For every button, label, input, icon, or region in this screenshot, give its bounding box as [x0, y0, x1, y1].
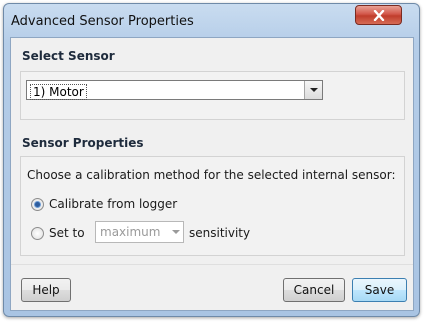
sensor-dropdown-value: 1) Motor [30, 84, 87, 100]
calibrate-from-logger-label[interactable]: Calibrate from logger [49, 197, 177, 211]
chevron-down-icon [168, 222, 183, 242]
chevron-down-icon[interactable] [304, 81, 322, 99]
window-title: Advanced Sensor Properties [11, 14, 194, 29]
save-button[interactable]: Save [352, 278, 407, 302]
help-button[interactable]: Help [21, 278, 71, 302]
title-bar[interactable]: Advanced Sensor Properties [4, 4, 419, 38]
close-icon [373, 9, 384, 21]
calibrate-from-logger-radio[interactable] [31, 198, 44, 211]
select-sensor-group: 1) Motor [20, 71, 405, 120]
set-sensitivity-radio[interactable] [31, 227, 44, 240]
close-button[interactable] [355, 5, 402, 25]
dialog-body: Select Sensor 1) Motor Sensor Properties… [10, 37, 414, 311]
calibration-description: Choose a calibration method for the sele… [27, 168, 396, 182]
sensor-dropdown[interactable]: 1) Motor [26, 80, 323, 100]
dialog-window: Advanced Sensor Properties Select Sensor… [3, 3, 420, 317]
sensitivity-dropdown: maximum [95, 221, 184, 243]
sensitivity-label: sensitivity [189, 226, 251, 240]
footer-divider [11, 264, 413, 265]
set-to-label[interactable]: Set to [49, 226, 85, 240]
cancel-button[interactable]: Cancel [283, 278, 345, 302]
sensitivity-dropdown-value: maximum [100, 225, 161, 239]
select-sensor-heading: Select Sensor [22, 49, 115, 63]
sensor-properties-group: Choose a calibration method for the sele… [20, 156, 405, 256]
sensor-properties-heading: Sensor Properties [22, 136, 144, 150]
